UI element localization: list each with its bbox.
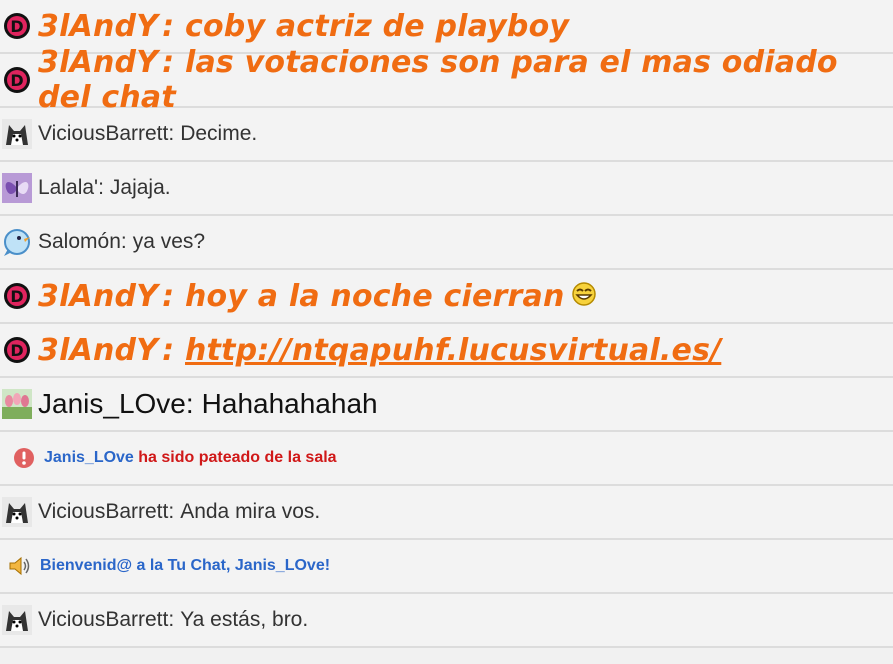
- message-nick[interactable]: ViciousBarrett: [38, 500, 168, 524]
- bird-avatar-icon[interactable]: [2, 227, 32, 257]
- husky-avatar-icon[interactable]: [2, 119, 32, 149]
- system-message: Janis_LOve ha sido pateado de la sala: [0, 432, 893, 486]
- message-nick[interactable]: Lalala': [38, 176, 98, 200]
- d-badge-icon: D: [2, 65, 32, 95]
- svg-text:D: D: [10, 287, 23, 306]
- message-text: 3lAndY: http://ntqapuhf.lucusvirtual.es/: [38, 332, 722, 368]
- tulips-avatar-icon[interactable]: [2, 389, 32, 419]
- system-text: Bienvenid@ a la Tu Chat, Janis_LOve!: [40, 557, 331, 574]
- message-text: 3lAndY: las votaciones son para el mas o…: [38, 45, 838, 115]
- message-text: Anda mira vos.: [180, 500, 321, 523]
- husky-avatar-icon[interactable]: [2, 497, 32, 527]
- message-nick[interactable]: Janis_LOve: [38, 388, 186, 420]
- system-text: Janis_LOve ha sido pateado de la sala: [44, 449, 337, 466]
- butterfly-avatar-icon[interactable]: [2, 173, 32, 203]
- d-badge-icon: D: [2, 11, 32, 41]
- d-badge-icon: D: [2, 335, 32, 365]
- message-text: 3lAndY: hoy a la noche cierran: [38, 278, 565, 314]
- message-text: Hahahahahah: [201, 388, 378, 419]
- chat-message: ViciousBarrett: Ya estás, bro.: [0, 594, 893, 648]
- chat-message: Janis_LOve: Hahahahahah: [0, 378, 893, 432]
- alert-icon: [10, 444, 38, 472]
- svg-text:D: D: [10, 17, 23, 36]
- chat-message: D 3lAndY: las votaciones son para el mas…: [0, 45, 893, 115]
- message-text: Decime.: [180, 122, 258, 145]
- message-text: Jajaja.: [109, 176, 171, 199]
- grinning-emoji-icon: [571, 281, 597, 312]
- d-badge-icon: D: [2, 281, 32, 311]
- message-link[interactable]: http://ntqapuhf.lucusvirtual.es/: [185, 333, 721, 368]
- system-message: Bienvenid@ a la Tu Chat, Janis_LOve!: [0, 540, 893, 594]
- message-nick[interactable]: ViciousBarrett: [38, 122, 168, 146]
- chat-message: ViciousBarrett: Decime.: [0, 108, 893, 162]
- message-text: ya ves?: [132, 230, 206, 253]
- message-text: Ya estás, bro.: [180, 608, 309, 631]
- speaker-icon: [6, 552, 34, 580]
- chat-message: ViciousBarrett: Anda mira vos.: [0, 486, 893, 540]
- chat-message: Lalala': Jajaja.: [0, 162, 893, 216]
- chat-log: D 3lAndY: coby actriz de playboy D 3lAnd…: [0, 0, 893, 648]
- message-nick[interactable]: ViciousBarrett: [38, 608, 168, 632]
- svg-text:D: D: [10, 71, 23, 90]
- chat-message: Salomón: ya ves?: [0, 216, 893, 270]
- message-text: 3lAndY: coby actriz de playboy: [38, 8, 570, 44]
- husky-avatar-icon[interactable]: [2, 605, 32, 635]
- message-nick[interactable]: Salomón: [38, 230, 121, 254]
- svg-text:D: D: [10, 341, 23, 360]
- chat-message: D 3lAndY: hoy a la noche cierran: [0, 270, 893, 324]
- chat-message: D 3lAndY: http://ntqapuhf.lucusvirtual.e…: [0, 324, 893, 378]
